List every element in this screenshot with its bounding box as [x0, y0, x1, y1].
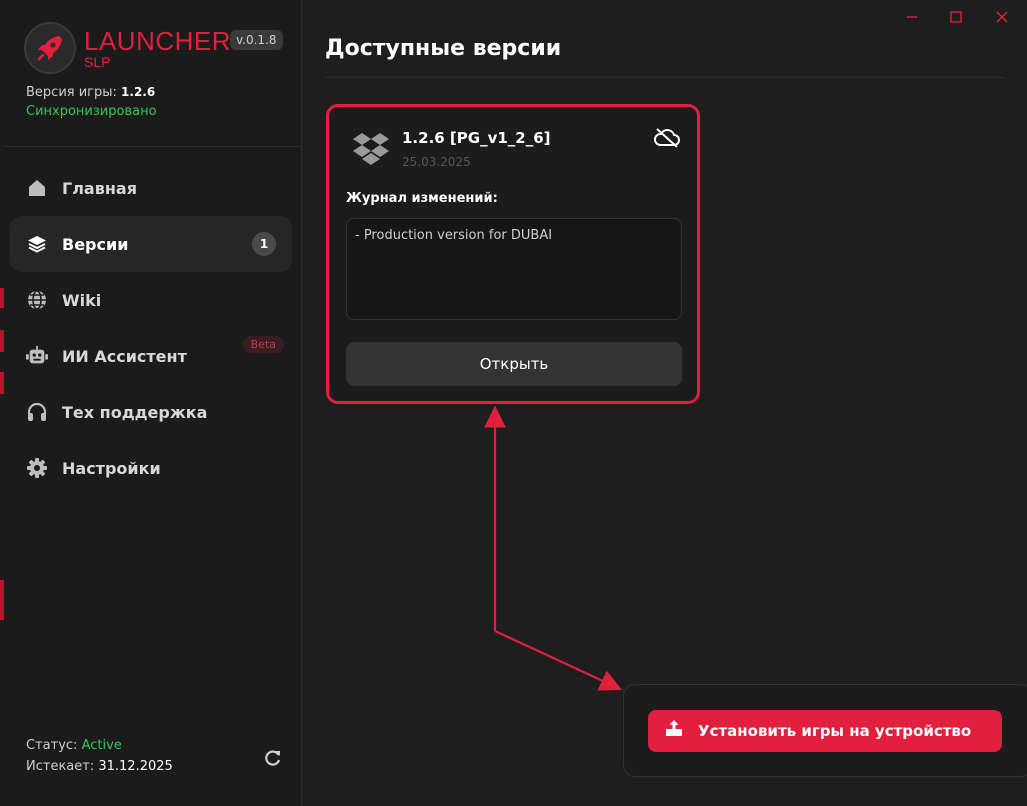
close-button[interactable]: [991, 8, 1013, 26]
install-button-label: Установить игры на устройство: [698, 722, 972, 740]
gear-icon: [26, 457, 48, 479]
changelog-text: - Production version for DUBAI: [346, 218, 682, 320]
layers-icon: [26, 233, 48, 255]
sync-status: Синхронизировано: [26, 104, 157, 119]
sidebar-item-settings[interactable]: Настройки: [10, 440, 292, 496]
rocket-logo-icon: [24, 22, 76, 74]
game-version: Версия игры: 1.2.6: [26, 85, 155, 100]
minimize-button[interactable]: [901, 8, 923, 26]
beta-badge: Beta: [242, 336, 284, 353]
brand: LAUNCHER SLP: [24, 22, 231, 74]
sidebar-item-label: Версии: [62, 234, 129, 254]
cloud-off-icon: [653, 127, 681, 149]
sidebar-item-label: Настройки: [62, 458, 161, 478]
robot-icon: [26, 345, 48, 367]
sidebar-item-label: Wiki: [62, 290, 102, 310]
sidebar-item-wiki[interactable]: Wiki: [10, 272, 292, 328]
install-button[interactable]: Установить игры на устройство: [648, 710, 1002, 752]
brand-title: LAUNCHER: [84, 25, 232, 56]
expires-value: 31.12.2025: [98, 759, 173, 774]
game-version-value: 1.2.6: [121, 85, 156, 99]
refresh-icon[interactable]: [262, 747, 284, 769]
status-label: Статус:: [26, 738, 78, 753]
sidebar-item-label: Главная: [62, 178, 137, 198]
home-icon: [26, 177, 48, 199]
brand-subtitle: SLP: [84, 53, 111, 70]
game-version-label: Версия игры:: [26, 85, 117, 100]
expires-label: Истекает:: [26, 759, 95, 774]
sidebar-item-support[interactable]: Тех поддержка: [10, 384, 292, 440]
changelog-title: Журнал изменений:: [346, 191, 498, 206]
version-date: 25.03.2025: [402, 155, 471, 169]
sidebar-item-label: ИИ Ассистент: [62, 346, 187, 366]
license-expires: Истекает: 31.12.2025: [26, 759, 173, 774]
sidebar-nav: Главная Версии 1 Wiki ИИ Ассистент Beta …: [10, 160, 292, 496]
main-content: Доступные версии 1.2.6 [PG_v1_2_6] 25.03…: [303, 0, 1027, 806]
version-name: 1.2.6 [PG_v1_2_6]: [402, 129, 551, 147]
sidebar-item-versions[interactable]: Версии 1: [10, 216, 292, 272]
open-button[interactable]: Открыть: [346, 342, 682, 386]
launcher-window: LAUNCHER SLP v.0.1.8 Версия игры: 1.2.6 …: [4, 0, 1027, 806]
maximize-button[interactable]: [945, 8, 967, 26]
sidebar-item-home[interactable]: Главная: [10, 160, 292, 216]
headphones-icon: [26, 401, 48, 423]
sidebar-item-label: Тех поддержка: [62, 402, 208, 422]
globe-icon: [26, 289, 48, 311]
version-card: 1.2.6 [PG_v1_2_6] 25.03.2025 Журнал изме…: [326, 104, 700, 404]
install-panel: Установить игры на устройство: [623, 684, 1027, 777]
license-status: Статус: Active: [26, 738, 122, 753]
sidebar-item-ai-assistant[interactable]: ИИ Ассистент Beta: [10, 328, 292, 384]
sidebar: LAUNCHER SLP v.0.1.8 Версия игры: 1.2.6 …: [4, 0, 302, 806]
divider: [4, 146, 302, 147]
count-badge: 1: [252, 232, 276, 256]
dropbox-icon: [351, 129, 391, 169]
upload-icon: [664, 719, 684, 743]
status-value: Active: [81, 738, 122, 753]
app-version-badge: v.0.1.8: [230, 30, 283, 50]
page-title: Доступные версии: [325, 36, 562, 61]
divider: [325, 77, 1005, 78]
